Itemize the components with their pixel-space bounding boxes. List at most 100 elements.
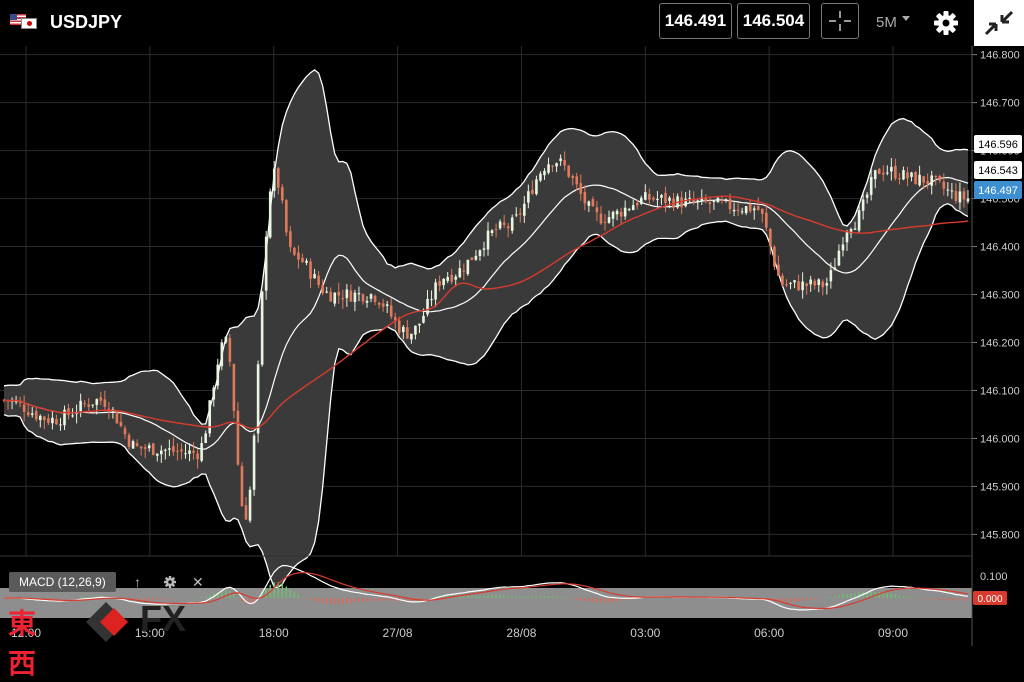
- candle-body: [966, 198, 970, 202]
- candle-body: [285, 200, 288, 233]
- candle-body: [877, 168, 881, 175]
- candle-body: [886, 172, 889, 174]
- candle-body: [115, 411, 119, 424]
- ask-price-button[interactable]: 146.504: [737, 3, 810, 39]
- watermark-brand: FX: [140, 598, 187, 639]
- candle-body: [297, 252, 300, 260]
- candle-body: [281, 187, 284, 201]
- candle-body: [244, 505, 248, 520]
- candle-body: [83, 403, 86, 405]
- caret-down-icon[interactable]: [902, 16, 910, 21]
- candle-body: [450, 274, 454, 282]
- candle-body: [954, 190, 958, 201]
- crosshair-button[interactable]: [821, 3, 859, 39]
- candle-body: [164, 449, 167, 451]
- candle-body: [781, 275, 784, 285]
- candle-body: [486, 230, 490, 250]
- candle-body: [639, 197, 643, 204]
- candle-body: [224, 336, 228, 343]
- candle-body: [514, 214, 518, 216]
- top-toolbar: USDJPY 146.491 146.504 5M: [0, 0, 1024, 46]
- candle-body: [264, 236, 268, 291]
- candle-body: [446, 277, 449, 281]
- candle-body: [712, 200, 716, 202]
- candle-body: [518, 213, 522, 215]
- candle-body: [760, 208, 764, 214]
- close-icon[interactable]: ✕: [192, 574, 204, 591]
- candle-body: [579, 183, 583, 194]
- candle-body: [942, 181, 946, 189]
- candle-body: [547, 164, 550, 173]
- price-chart[interactable]: 146.800146.700146.600146.500146.400146.3…: [0, 46, 1024, 646]
- currency-pair-flags: [10, 14, 38, 30]
- candle-body: [180, 449, 183, 452]
- candle-body: [30, 413, 34, 415]
- macd-indicator-label[interactable]: MACD (12,26,9): [9, 572, 116, 592]
- y-tick-label: 146.400: [980, 242, 1020, 254]
- candle-body: [337, 291, 341, 296]
- candle-body: [809, 279, 812, 285]
- y-tick-label: 146.300: [980, 290, 1020, 302]
- candle-body: [373, 295, 377, 302]
- candle-body: [301, 257, 304, 263]
- candle-body: [361, 294, 365, 302]
- timeframe-selector[interactable]: 5M: [876, 14, 897, 31]
- up-arrow-icon[interactable]: ↑: [134, 574, 141, 590]
- candle-body: [168, 448, 171, 450]
- watermark-diamond-icon: [86, 602, 128, 642]
- candle-body: [635, 203, 639, 206]
- candle-body: [160, 450, 163, 455]
- candle-body: [192, 450, 195, 453]
- candle-body: [627, 209, 631, 211]
- candle-body: [599, 213, 603, 224]
- candle-body: [664, 192, 667, 203]
- candle-body: [26, 412, 30, 416]
- candle-body: [272, 168, 276, 191]
- candle-body: [631, 205, 635, 211]
- candle-body: [67, 408, 70, 416]
- indicator-settings-icon[interactable]: [162, 574, 178, 593]
- candle-body: [345, 289, 349, 299]
- candle-body: [506, 226, 510, 229]
- candle-body: [353, 292, 357, 303]
- candle-body: [43, 416, 46, 421]
- candle-body: [369, 294, 373, 299]
- x-tick-label: 18:00: [259, 626, 289, 640]
- candle-body: [430, 299, 433, 301]
- candle-body: [313, 274, 316, 279]
- candle-body: [857, 210, 861, 231]
- candle-body: [736, 209, 740, 211]
- candle-body: [462, 270, 466, 272]
- candle-body: [470, 257, 474, 261]
- settings-button[interactable]: [930, 8, 962, 38]
- candle-body: [236, 410, 240, 465]
- candle-body: [260, 291, 264, 365]
- symbol-name[interactable]: USDJPY: [50, 12, 122, 33]
- candle-body: [147, 445, 151, 449]
- y-tick-label: 146.100: [980, 385, 1020, 397]
- candle-body: [656, 198, 659, 201]
- bid-price-button[interactable]: 146.491: [659, 3, 732, 39]
- candle-body: [813, 280, 817, 286]
- candle-body: [95, 399, 99, 405]
- candle-body: [305, 260, 308, 263]
- candle-body: [825, 283, 829, 286]
- candle-body: [434, 282, 437, 300]
- candle-body: [551, 165, 554, 167]
- candle-body: [922, 176, 925, 183]
- candle-body: [200, 443, 203, 461]
- candle-body: [652, 197, 655, 200]
- candle-body: [502, 222, 506, 225]
- candle-body: [910, 172, 913, 177]
- candle-body: [377, 302, 381, 305]
- candle-body: [268, 191, 272, 238]
- candle-body: [688, 197, 691, 199]
- candle-body: [39, 415, 42, 421]
- candle-body: [615, 210, 619, 215]
- candle-body: [482, 248, 486, 250]
- candle-body: [466, 259, 470, 275]
- candle-body: [55, 419, 58, 425]
- candle-body: [728, 198, 732, 210]
- candle-body: [789, 282, 792, 284]
- collapse-fullscreen-button[interactable]: [974, 0, 1024, 46]
